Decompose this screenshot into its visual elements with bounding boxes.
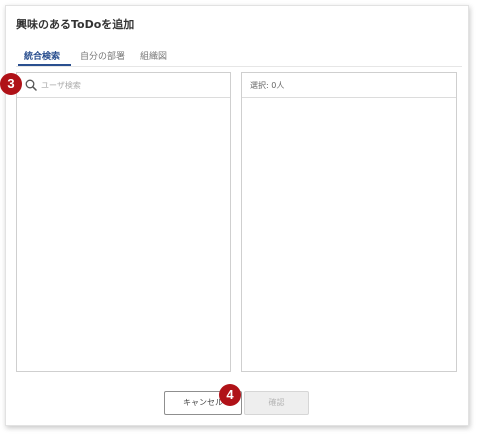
search-bar bbox=[17, 73, 230, 98]
dialog-title: 興味のあるToDoを追加 bbox=[16, 18, 135, 31]
search-panel bbox=[16, 72, 231, 372]
add-todo-dialog: 興味のあるToDoを追加 統合検索 自分の部署 組織図 選択: 0人 キャンセル… bbox=[5, 5, 469, 426]
step-marker-3: 3 bbox=[0, 73, 22, 95]
selected-count: 選択: 0人 bbox=[250, 81, 285, 90]
user-search-input[interactable] bbox=[41, 77, 221, 93]
tab-integrated-search[interactable]: 統合検索 bbox=[24, 49, 60, 62]
confirm-button[interactable]: 確認 bbox=[244, 391, 309, 415]
tab-my-department[interactable]: 自分の部署 bbox=[80, 49, 125, 62]
active-tab-indicator bbox=[18, 64, 71, 66]
step-marker-4: 4 bbox=[219, 384, 241, 406]
selected-users-header: 選択: 0人 bbox=[242, 73, 456, 98]
search-icon[interactable] bbox=[25, 79, 37, 91]
tab-org-chart[interactable]: 組織図 bbox=[140, 49, 167, 62]
selected-users-panel: 選択: 0人 bbox=[241, 72, 457, 372]
tab-bar: 統合検索 自分の部署 組織図 bbox=[16, 46, 462, 67]
